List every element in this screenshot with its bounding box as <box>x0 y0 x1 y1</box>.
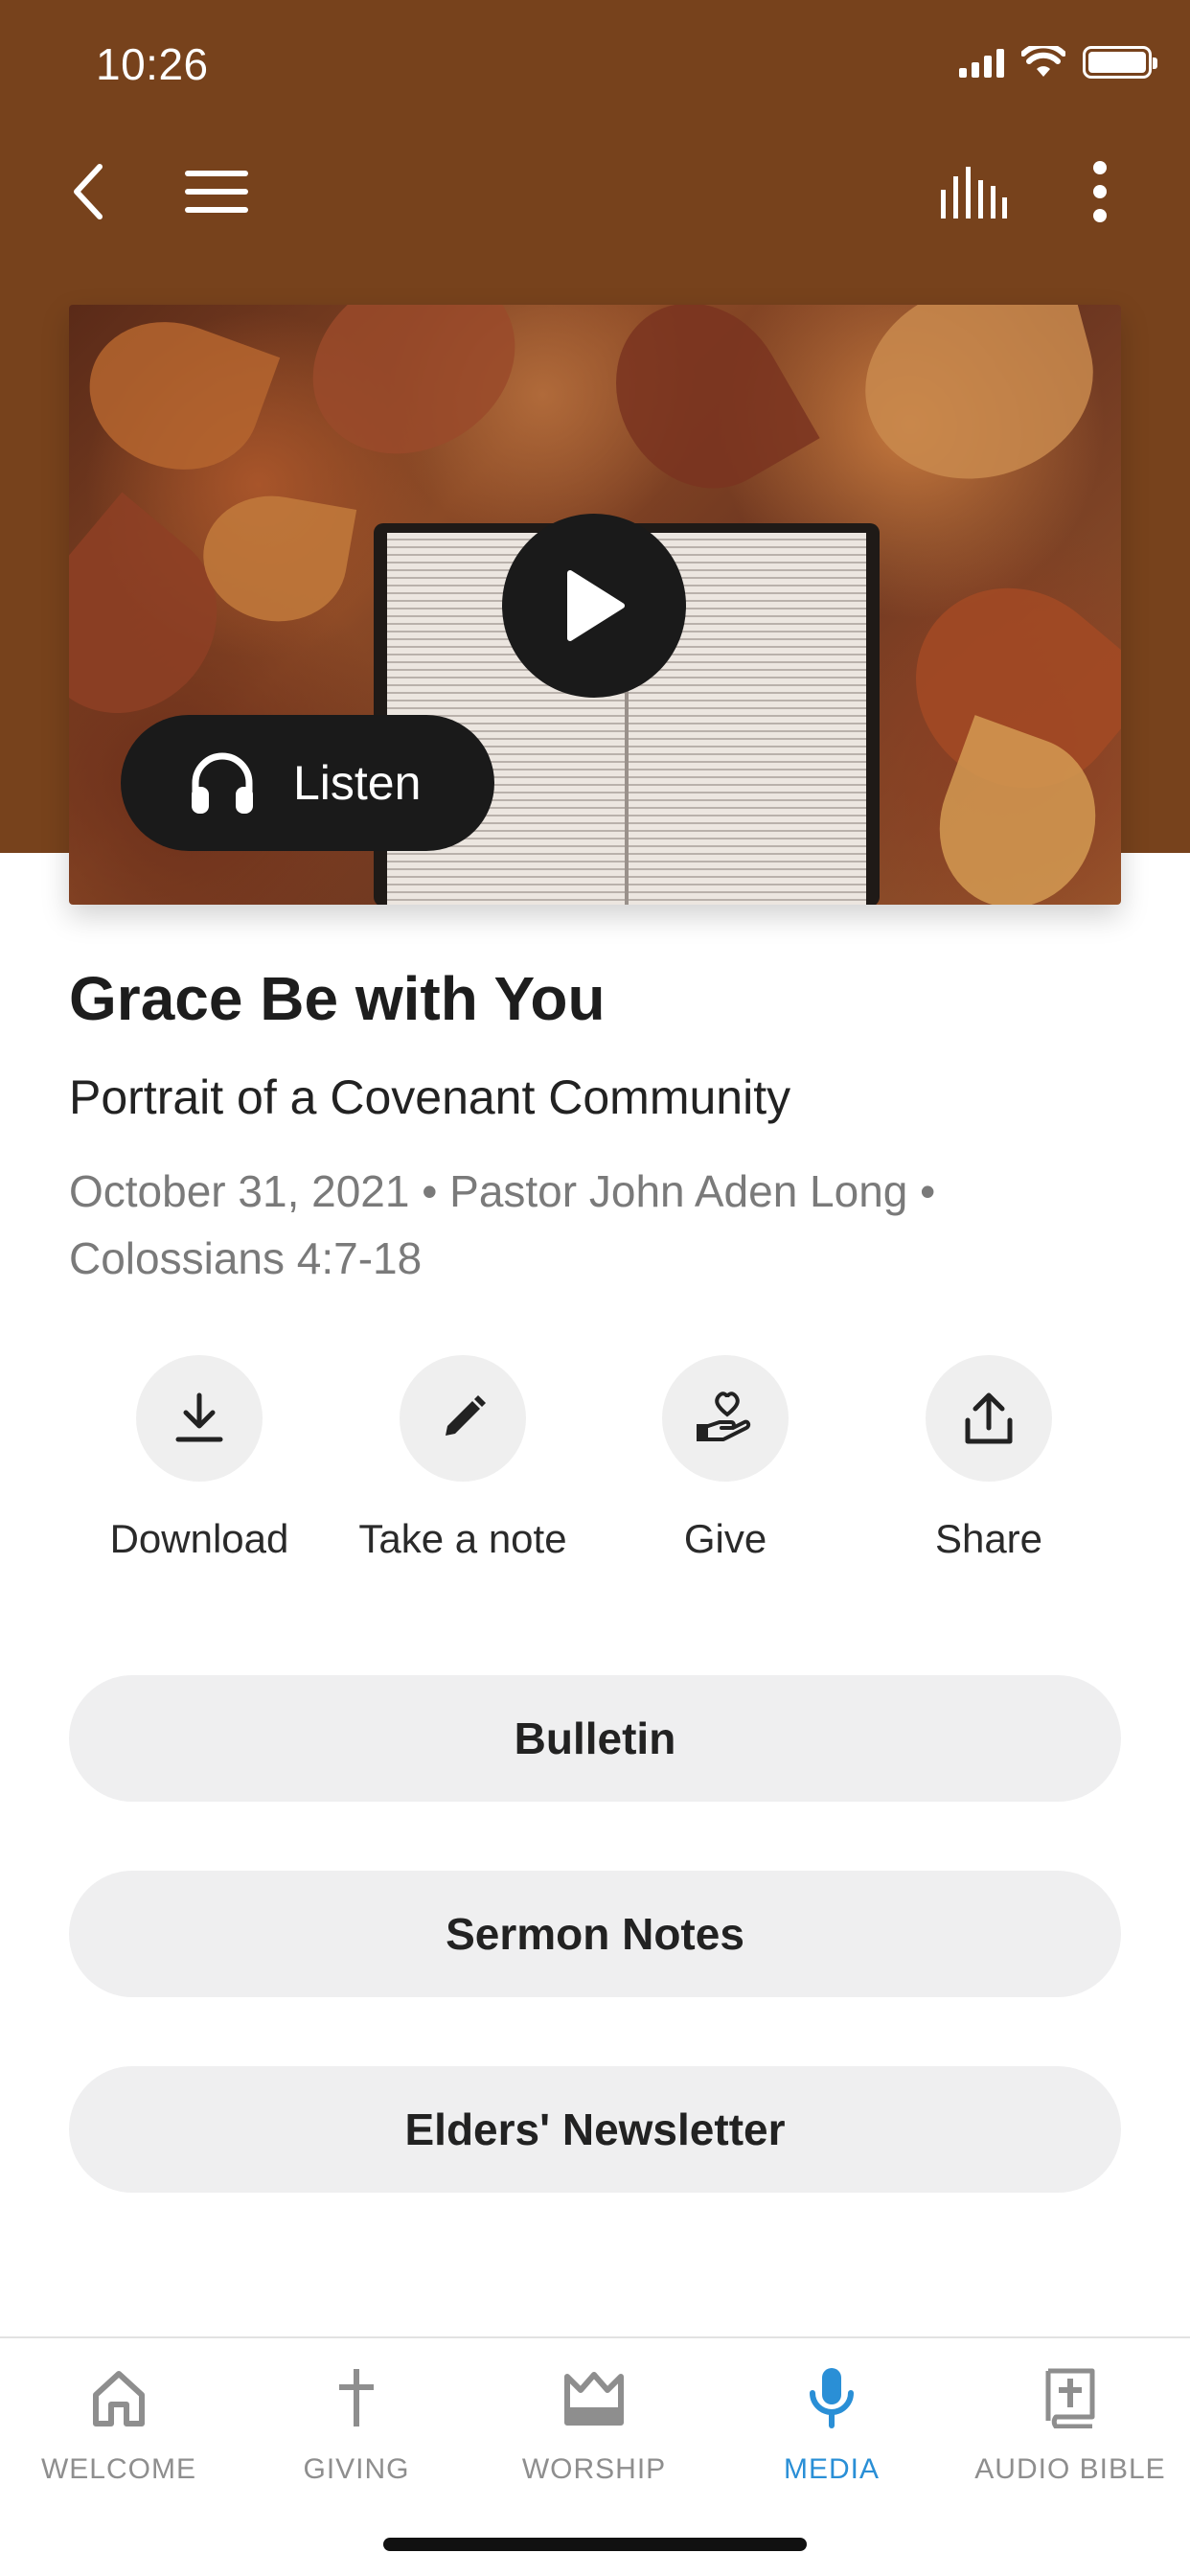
sermon-notes-button[interactable]: Sermon Notes <box>69 1871 1121 1997</box>
status-icons <box>959 46 1157 79</box>
take-note-label: Take a note <box>358 1516 567 1561</box>
sermon-artwork[interactable]: Listen <box>69 305 1121 905</box>
tab-audio-bible[interactable]: AUDIO BIBLE <box>950 2359 1190 2486</box>
give-label: Give <box>683 1516 767 1561</box>
microphone-icon <box>810 2368 854 2428</box>
tab-media[interactable]: MEDIA <box>713 2359 950 2486</box>
listen-label: Listen <box>293 756 422 810</box>
menu-button[interactable] <box>178 153 255 230</box>
download-button[interactable]: Download <box>75 1355 324 1562</box>
bulletin-button[interactable]: Bulletin <box>69 1675 1121 1802</box>
sermon-subtitle: Portrait of a Covenant Community <box>69 1070 791 1124</box>
cross-icon <box>339 2369 374 2426</box>
tab-giving[interactable]: GIVING <box>238 2359 475 2486</box>
tab-welcome-label: WELCOME <box>40 2453 196 2485</box>
chevron-left-icon <box>74 164 103 219</box>
pencil-icon <box>446 1395 486 1436</box>
home-indicator[interactable] <box>383 2538 807 2551</box>
tab-media-label: MEDIA <box>783 2453 880 2485</box>
leaf-decoration <box>279 305 549 490</box>
take-note-circle[interactable] <box>400 1355 526 1482</box>
status-time: 10:26 <box>96 39 209 89</box>
tab-worship[interactable]: WORSHIP <box>475 2359 713 2486</box>
back-button[interactable] <box>50 153 126 230</box>
play-button[interactable] <box>502 514 686 698</box>
download-circle[interactable] <box>136 1355 263 1482</box>
wifi-icon <box>1021 46 1065 77</box>
cellular-signal-icon <box>959 47 1004 78</box>
leaf-decoration <box>69 305 281 494</box>
download-icon <box>175 1392 223 1442</box>
sermon-meta: October 31, 2021 • Pastor John Aden Long… <box>69 1166 936 1283</box>
play-icon <box>567 570 625 641</box>
tab-welcome[interactable]: WELCOME <box>0 2359 238 2486</box>
hamburger-menu-icon <box>185 171 248 213</box>
tab-worship-label: WORSHIP <box>521 2453 667 2485</box>
crown-icon <box>564 2372 624 2426</box>
headphones-icon <box>192 752 253 814</box>
leaf-decoration <box>583 305 820 520</box>
elders-newsletter-button[interactable]: Elders' Newsletter <box>69 2066 1121 2193</box>
share-button[interactable]: Share <box>864 1355 1113 1562</box>
more-options-button[interactable] <box>1062 153 1138 230</box>
share-circle[interactable] <box>926 1355 1052 1482</box>
tab-giving-label: GIVING <box>303 2453 410 2485</box>
audio-levels-icon <box>941 167 1007 218</box>
battery-icon <box>1083 46 1157 79</box>
share-label: Share <box>934 1516 1043 1561</box>
listen-button[interactable]: Listen <box>121 715 494 851</box>
home-icon <box>93 2371 145 2426</box>
give-button[interactable]: Give <box>601 1355 850 1562</box>
give-circle[interactable] <box>662 1355 789 1482</box>
sermon-title: Grace Be with You <box>69 964 606 1033</box>
take-note-button[interactable]: Take a note <box>338 1355 587 1562</box>
give-heart-hand-icon <box>697 1392 751 1441</box>
download-label: Download <box>109 1516 289 1561</box>
leaf-decoration <box>843 305 1115 504</box>
audio-levels-button[interactable] <box>935 153 1012 230</box>
tab-audio-bible-label: AUDIO BIBLE <box>974 2453 1166 2485</box>
leaf-decoration <box>193 484 357 633</box>
bible-icon <box>1045 2368 1095 2428</box>
share-icon <box>965 1392 1013 1444</box>
more-vertical-icon <box>1093 161 1107 222</box>
